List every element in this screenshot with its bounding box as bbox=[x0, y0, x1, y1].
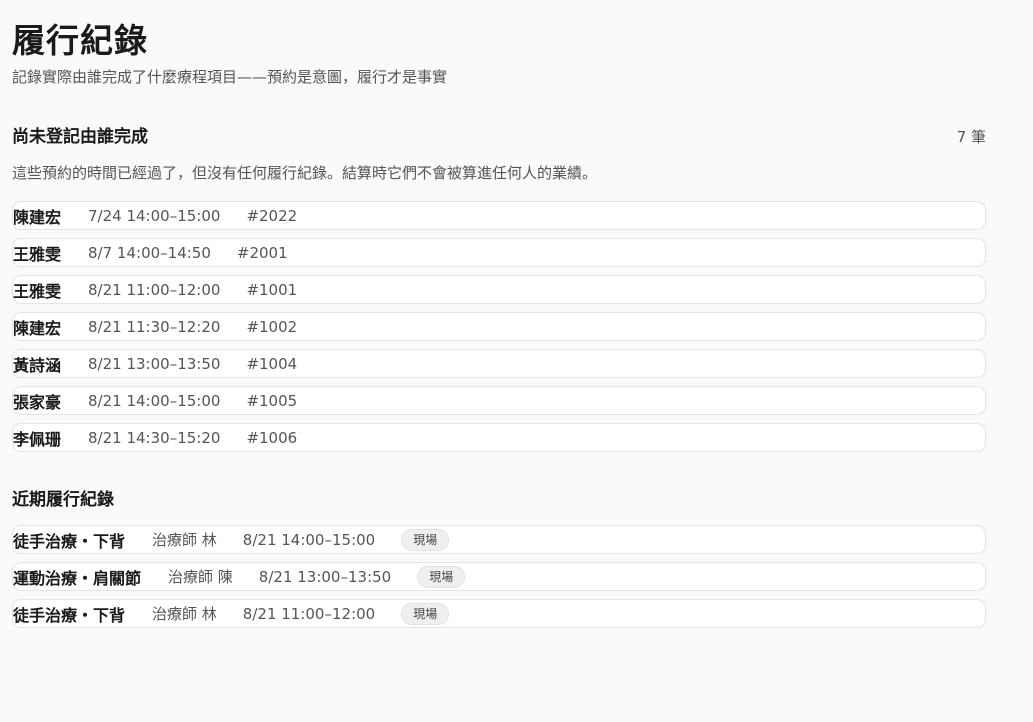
appointment-ref: #2001 bbox=[236, 243, 288, 262]
service-name: 徒手治療・下背 bbox=[13, 531, 126, 551]
appointment-ref: #2022 bbox=[246, 206, 298, 225]
fulfillment-time: 8/21 11:00–12:00 bbox=[242, 604, 376, 623]
appointment-ref: #1002 bbox=[246, 317, 298, 336]
appointment-time: 8/21 11:30–12:20 bbox=[88, 317, 221, 336]
patient-name: 王雅雯 bbox=[13, 244, 62, 264]
fulfillment-page: 履行紀錄 記錄實際由誰完成了什麼療程項目——預約是意圖，履行才是事實 尚未登記由… bbox=[0, 0, 1033, 722]
recent-section-title: 近期履行紀錄 bbox=[12, 490, 114, 510]
pending-row[interactable]: 李佩珊 8/21 14:30–15:20 #1006 bbox=[12, 423, 986, 452]
pending-count: 7 筆 bbox=[956, 128, 986, 146]
pending-row[interactable]: 張家豪 8/21 14:00–15:00 #1005 bbox=[12, 386, 986, 415]
service-name: 運動治療・肩關節 bbox=[13, 568, 142, 588]
location-badge: 現場 bbox=[417, 565, 466, 588]
pending-list: 陳建宏 7/24 14:00–15:00 #2022 王雅雯 8/7 14:00… bbox=[12, 201, 986, 460]
therapist-name: 治療師 林 bbox=[152, 531, 217, 549]
pending-row[interactable]: 王雅雯 8/21 11:00–12:00 #1001 bbox=[12, 275, 986, 304]
patient-name: 王雅雯 bbox=[13, 281, 62, 301]
therapist-name: 治療師 林 bbox=[152, 605, 217, 623]
location-badge: 現場 bbox=[401, 602, 450, 625]
pending-row[interactable]: 陳建宏 8/21 11:30–12:20 #1002 bbox=[12, 312, 986, 341]
pending-row[interactable]: 黃詩涵 8/21 13:00–13:50 #1004 bbox=[12, 349, 986, 378]
appointment-ref: #1005 bbox=[246, 391, 298, 410]
pending-section-title: 尚未登記由誰完成 bbox=[12, 127, 148, 147]
page-title: 履行紀錄 bbox=[12, 21, 148, 60]
recent-row[interactable]: 徒手治療・下背 治療師 林 8/21 14:00–15:00 現場 bbox=[12, 525, 986, 554]
patient-name: 李佩珊 bbox=[13, 429, 62, 449]
appointment-ref: #1004 bbox=[246, 354, 298, 373]
appointment-ref: #1006 bbox=[246, 428, 298, 447]
appointment-time: 8/7 14:00–14:50 bbox=[88, 243, 211, 262]
service-name: 徒手治療・下背 bbox=[13, 605, 126, 625]
patient-name: 黃詩涵 bbox=[13, 355, 62, 375]
appointment-time: 8/21 13:00–13:50 bbox=[88, 354, 221, 373]
patient-name: 陳建宏 bbox=[13, 207, 62, 227]
recent-row[interactable]: 徒手治療・下背 治療師 林 8/21 11:00–12:00 現場 bbox=[12, 599, 986, 628]
fulfillment-time: 8/21 14:00–15:00 bbox=[242, 530, 376, 549]
appointment-ref: #1001 bbox=[246, 280, 298, 299]
location-badge: 現場 bbox=[401, 528, 450, 551]
pending-row[interactable]: 王雅雯 8/7 14:00–14:50 #2001 bbox=[12, 238, 986, 267]
pending-row[interactable]: 陳建宏 7/24 14:00–15:00 #2022 bbox=[12, 201, 986, 230]
fulfillment-time: 8/21 13:00–13:50 bbox=[258, 567, 392, 586]
therapist-name: 治療師 陳 bbox=[168, 568, 233, 586]
appointment-time: 8/21 14:00–15:00 bbox=[88, 391, 221, 410]
recent-list: 徒手治療・下背 治療師 林 8/21 14:00–15:00 現場 運動治療・肩… bbox=[12, 525, 986, 636]
appointment-time: 7/24 14:00–15:00 bbox=[88, 206, 221, 225]
patient-name: 陳建宏 bbox=[13, 318, 62, 338]
appointment-time: 8/21 14:30–15:20 bbox=[88, 428, 221, 447]
pending-description: 這些預約的時間已經過了，但沒有任何履行紀錄。結算時它們不會被算進任何人的業績。 bbox=[12, 164, 598, 182]
appointment-time: 8/21 11:00–12:00 bbox=[88, 280, 221, 299]
page-subtitle: 記錄實際由誰完成了什麼療程項目——預約是意圖，履行才是事實 bbox=[12, 68, 448, 86]
patient-name: 張家豪 bbox=[13, 392, 62, 412]
recent-row[interactable]: 運動治療・肩關節 治療師 陳 8/21 13:00–13:50 現場 bbox=[12, 562, 986, 591]
